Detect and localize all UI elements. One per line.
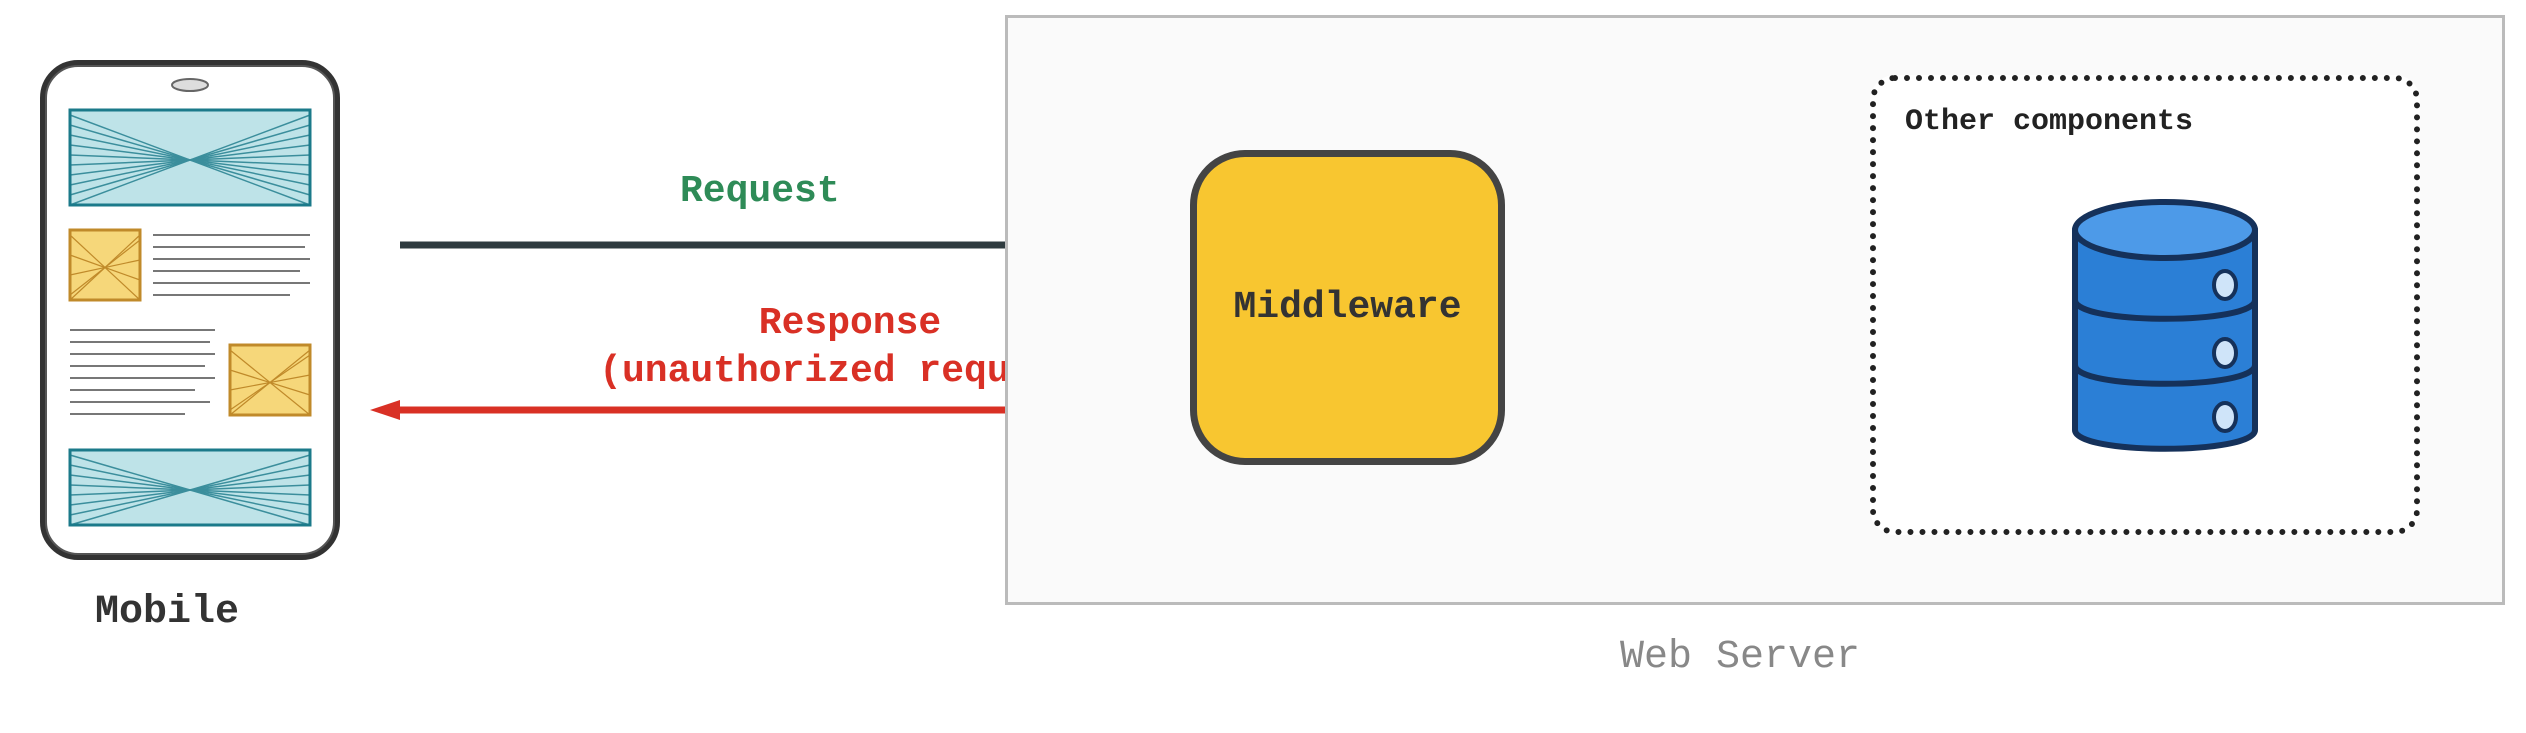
other-components-label: Other components bbox=[1905, 105, 2193, 139]
architecture-diagram: Mobile Request Response (unauthorized re… bbox=[0, 0, 2526, 733]
mobile-device-icon bbox=[35, 55, 345, 565]
request-arrow-label: Request bbox=[680, 170, 840, 213]
web-server-label: Web Server bbox=[1620, 635, 1860, 680]
mobile-label: Mobile bbox=[95, 590, 239, 635]
database-icon bbox=[2060, 185, 2270, 475]
middleware-node: Middleware bbox=[1190, 150, 1505, 465]
response-label-line1: Response bbox=[759, 302, 941, 345]
middleware-label: Middleware bbox=[1233, 286, 1461, 329]
